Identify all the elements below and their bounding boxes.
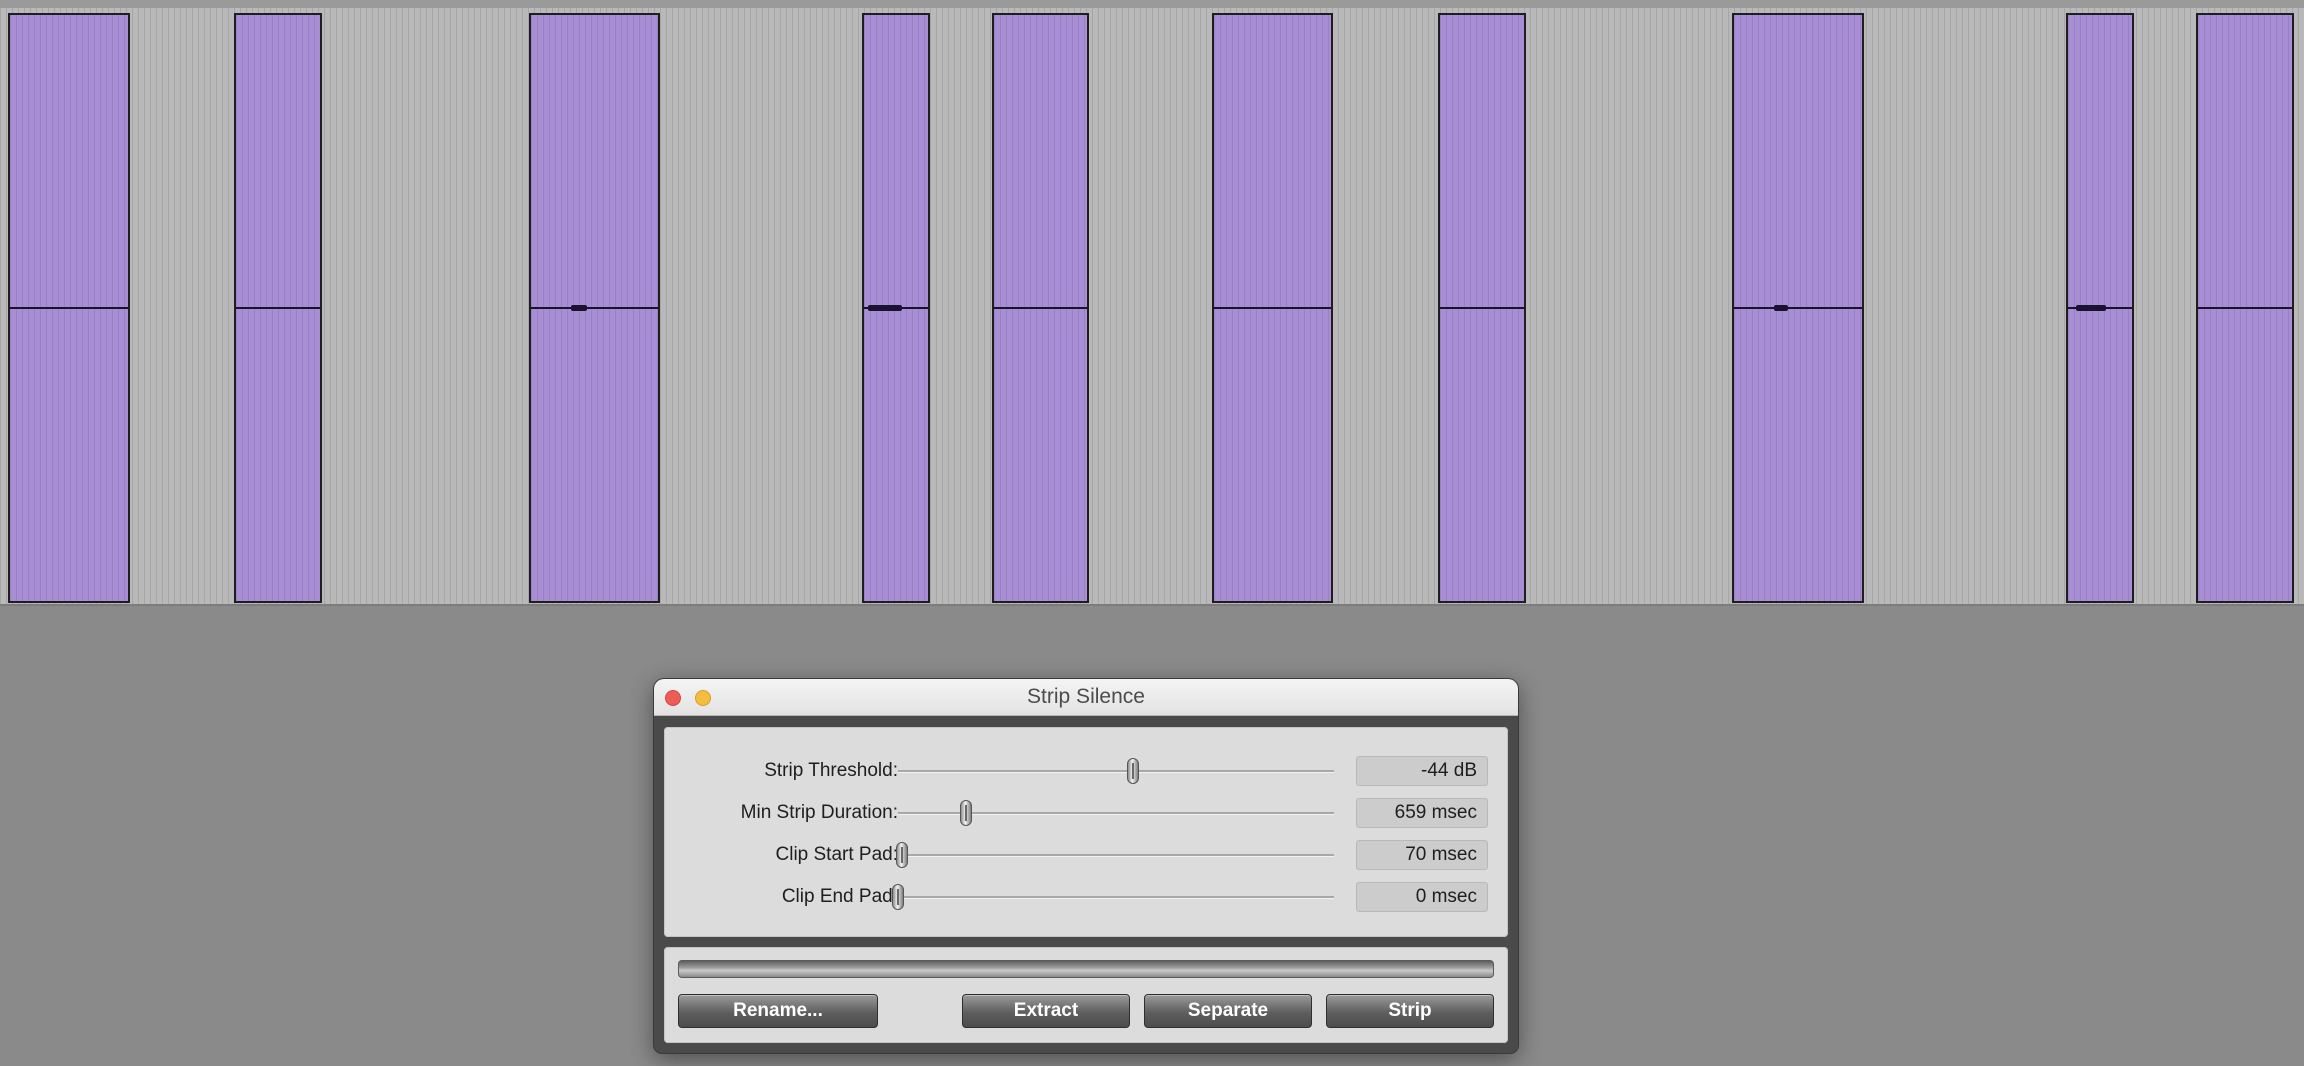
clip-start-pad-row: Clip Start Pad: 70 msec [664,838,1508,872]
clip-start-pad-label: Clip Start Pad: [775,844,899,865]
clip-waveform-peak [2076,305,2106,311]
progress-bar [678,960,1494,978]
extract-button[interactable]: Extract [962,994,1130,1028]
strip-threshold-slider-thumb[interactable] [1127,758,1140,784]
clip-waveform [236,307,320,309]
audio-clip[interactable] [234,13,322,603]
strip-threshold-label: Strip Threshold: [764,760,898,781]
audio-track[interactable] [0,0,2304,606]
actions-panel: Rename... Extract Separate Strip [664,947,1508,1043]
strip-button[interactable]: Strip [1326,994,1494,1028]
audio-clip[interactable] [1212,13,1333,603]
clip-end-pad-slider-thumb[interactable] [892,884,904,910]
clip-waveform [1214,307,1331,309]
min-strip-duration-label: Min Strip Duration: [740,802,898,823]
min-strip-duration-value[interactable]: 659 msec [1356,798,1488,828]
daw-window: Strip Silence Strip Threshold: -44 dB Mi… [0,0,2304,1066]
clip-waveform [994,307,1087,309]
clip-end-pad-slider[interactable] [898,896,1334,899]
clip-waveform [1440,307,1524,309]
clip-waveform [1734,307,1862,309]
clip-waveform [10,307,128,309]
audio-clip[interactable] [2066,13,2134,603]
audio-clip[interactable] [2196,13,2294,603]
separate-button[interactable]: Separate [1144,994,1312,1028]
audio-clip[interactable] [8,13,130,603]
clip-waveform [531,307,658,309]
parameters-panel: Strip Threshold: -44 dB Min Strip Durati… [664,727,1508,937]
rename-button[interactable]: Rename... [678,994,878,1028]
strip-threshold-slider[interactable] [898,770,1334,773]
audio-clip[interactable] [992,13,1089,603]
clip-start-pad-slider-thumb[interactable] [896,842,909,868]
clip-end-pad-value[interactable]: 0 msec [1356,882,1488,912]
dialog-titlebar[interactable]: Strip Silence [654,679,1518,716]
clip-end-pad-label: Clip End Pad: [781,886,898,907]
strip-threshold-value[interactable]: -44 dB [1356,756,1488,786]
clip-start-pad-value[interactable]: 70 msec [1356,840,1488,870]
clip-waveform-peak [1774,305,1788,311]
audio-clip[interactable] [529,13,660,603]
strip-silence-dialog: Strip Silence Strip Threshold: -44 dB Mi… [654,679,1518,1053]
audio-clip[interactable] [862,13,930,603]
dialog-title: Strip Silence [1027,685,1145,708]
min-strip-duration-slider-thumb[interactable] [959,800,972,826]
clip-waveform-peak [868,305,902,311]
clip-end-pad-row: Clip End Pad: 0 msec [664,880,1508,914]
min-strip-duration-row: Min Strip Duration: 659 msec [664,796,1508,830]
audio-clip[interactable] [1732,13,1864,603]
clip-waveform-peak [571,305,587,311]
clip-start-pad-slider[interactable] [898,854,1334,857]
clip-waveform [2198,307,2292,309]
audio-clip[interactable] [1438,13,1526,603]
strip-threshold-row: Strip Threshold: -44 dB [664,754,1508,788]
